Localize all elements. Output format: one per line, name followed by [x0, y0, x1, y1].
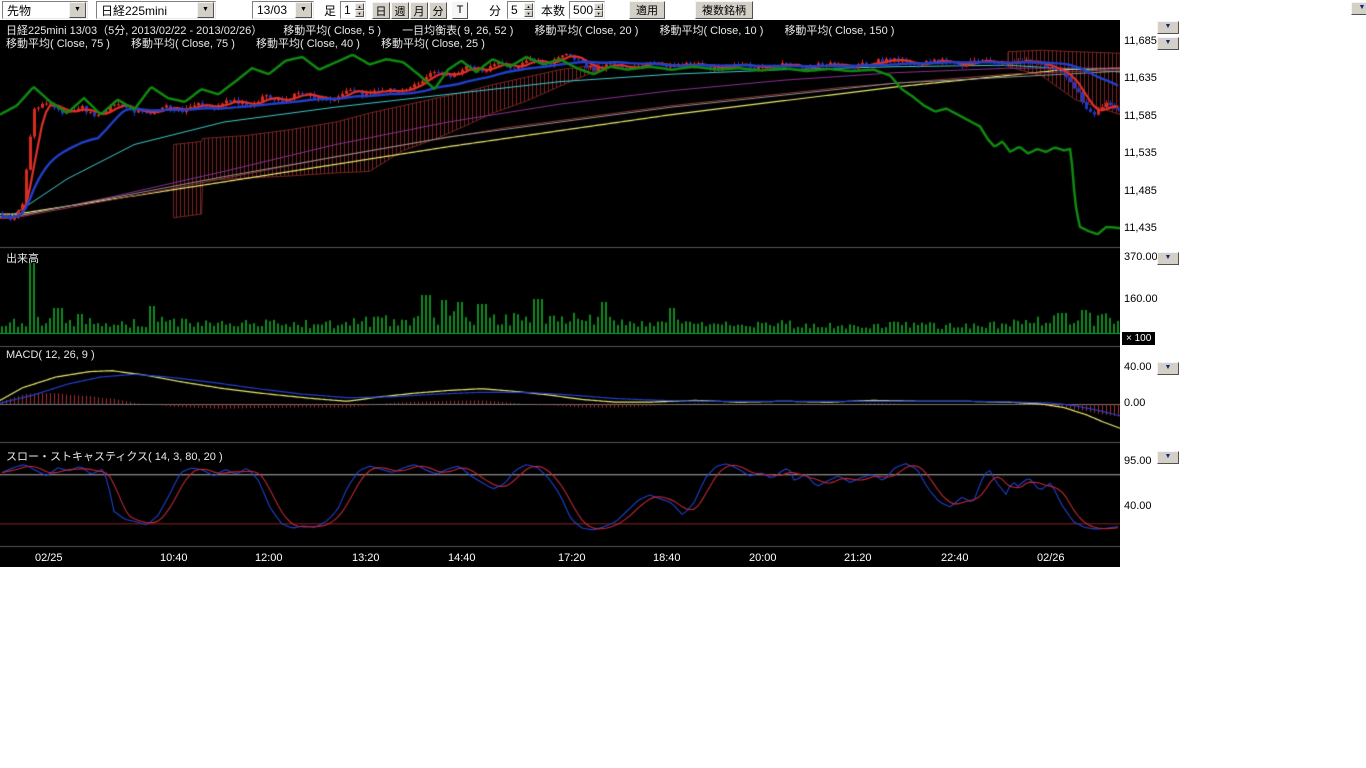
- x-axis-label: 18:40: [653, 552, 681, 564]
- minutes-unit-label: 分: [489, 2, 501, 19]
- chevron-down-icon: ▼: [69, 2, 86, 18]
- period-week-button[interactable]: 週: [391, 2, 409, 19]
- volume-panel-menu-button[interactable]: ▼: [1157, 252, 1179, 265]
- x-axis-label: 14:40: [448, 552, 476, 564]
- volume-panel-label: 出来高: [6, 250, 39, 266]
- indicator-label: 移動平均( Close, 20 ): [534, 25, 638, 37]
- instrument-type-select[interactable]: 先物 ▼: [2, 1, 88, 19]
- bar-multiplier-value: 1: [341, 3, 355, 17]
- spinner-up-icon[interactable]: ▲: [355, 3, 364, 10]
- bar-count-label: 本数: [541, 2, 565, 19]
- apply-button[interactable]: 適用: [629, 1, 665, 19]
- chart-menu-button[interactable]: ▼: [1157, 21, 1179, 34]
- minutes-input[interactable]: 5 ▲▼: [507, 1, 535, 19]
- x-axis-label: 22:40: [941, 552, 969, 564]
- macd-panel-label: MACD( 12, 26, 9 ): [6, 349, 95, 361]
- indicator-label: 移動平均( Close, 25 ): [381, 38, 485, 50]
- minutes-value: 5: [508, 3, 524, 17]
- indicator-label: 移動平均( Close, 75 ): [131, 38, 235, 50]
- indicator-label: 移動平均( Close, 75 ): [6, 38, 110, 50]
- bar-count-input[interactable]: 500 ▲▼: [569, 1, 605, 19]
- period-minute-button[interactable]: 分: [429, 2, 447, 19]
- stoch-panel-label: スロー・ストキャスティクス( 14, 3, 80, 20 ): [6, 448, 223, 464]
- spinner-buttons[interactable]: ▲▼: [355, 3, 364, 17]
- period-tick-button[interactable]: T: [452, 2, 468, 19]
- y-axis-label: 40.00: [1124, 500, 1152, 512]
- x-axis-label: 12:00: [255, 552, 283, 564]
- price-panel-header-line2: 移動平均( Close, 75 ) 移動平均( Close, 75 ) 移動平均…: [6, 35, 503, 51]
- spinner-up-icon[interactable]: ▲: [524, 3, 533, 10]
- indicator-label: 移動平均( Close, 40 ): [256, 38, 360, 50]
- toolbar: 先物 ▼ 日経225mini ▼ 13/03 ▼ 足 1 ▲▼ 日 週 月 分 …: [0, 0, 1366, 20]
- chevron-down-icon: ▼: [295, 2, 312, 18]
- chevron-down-icon: ▼: [197, 2, 214, 18]
- instrument-type-value: 先物: [3, 2, 69, 19]
- spinner-buttons[interactable]: ▲▼: [524, 3, 533, 17]
- spinner-down-icon[interactable]: ▼: [355, 10, 364, 17]
- chart-application: 先物 ▼ 日経225mini ▼ 13/03 ▼ 足 1 ▲▼ 日 週 月 分 …: [0, 0, 1366, 768]
- x-axis-label: 02/26: [1037, 552, 1065, 564]
- bar-type-label: 足: [324, 2, 336, 19]
- contract-month-select[interactable]: 13/03 ▼: [252, 1, 314, 19]
- spinner-down-icon[interactable]: ▼: [524, 10, 533, 17]
- y-axis-label: 11,485: [1124, 185, 1157, 197]
- y-axis-label: 0.00: [1124, 397, 1145, 409]
- price-panel-menu-button[interactable]: ▼: [1157, 37, 1179, 50]
- spinner-up-icon[interactable]: ▲: [594, 3, 603, 10]
- stoch-panel-menu-button[interactable]: ▼: [1157, 451, 1179, 464]
- period-month-button[interactable]: 月: [410, 2, 428, 19]
- indicator-label: 移動平均( Close, 150 ): [784, 25, 894, 37]
- spinner-buttons[interactable]: ▲▼: [594, 3, 603, 17]
- volume-multiplier-badge: × 100: [1122, 332, 1155, 345]
- toolbar-collapse-button[interactable]: ▼: [1351, 2, 1366, 15]
- symbol-value: 日経225mini: [97, 2, 197, 19]
- y-axis-label: 95.00: [1124, 455, 1152, 467]
- x-axis-label: 21:20: [844, 552, 872, 564]
- x-axis-label: 17:20: [558, 552, 586, 564]
- multi-symbol-button[interactable]: 複数銘柄: [695, 1, 753, 19]
- macd-panel-menu-button[interactable]: ▼: [1157, 362, 1179, 375]
- x-axis-label: 20:00: [749, 552, 777, 564]
- symbol-select[interactable]: 日経225mini ▼: [96, 1, 216, 19]
- y-axis-label: 40.00: [1124, 361, 1152, 373]
- y-axis-label: 11,635: [1124, 72, 1157, 84]
- y-axis-label: 160.00: [1124, 293, 1158, 305]
- chart-canvas[interactable]: [0, 20, 1120, 567]
- x-axis-label: 02/25: [35, 552, 63, 564]
- y-axis-label: 11,535: [1124, 147, 1157, 159]
- spinner-down-icon[interactable]: ▼: [594, 10, 603, 17]
- y-axis-label: 11,685: [1124, 35, 1157, 47]
- bar-count-value: 500: [570, 3, 594, 17]
- indicator-label: 移動平均( Close, 10 ): [659, 25, 763, 37]
- x-axis-label: 10:40: [160, 552, 188, 564]
- period-day-button[interactable]: 日: [372, 2, 390, 19]
- y-axis-label: 11,435: [1124, 222, 1157, 234]
- contract-month-value: 13/03: [253, 3, 295, 17]
- bar-multiplier-input[interactable]: 1 ▲▼: [340, 1, 366, 19]
- y-axis-label: 11,585: [1124, 110, 1157, 122]
- x-axis-label: 13:20: [352, 552, 380, 564]
- y-axis-label: 370.00: [1124, 251, 1158, 263]
